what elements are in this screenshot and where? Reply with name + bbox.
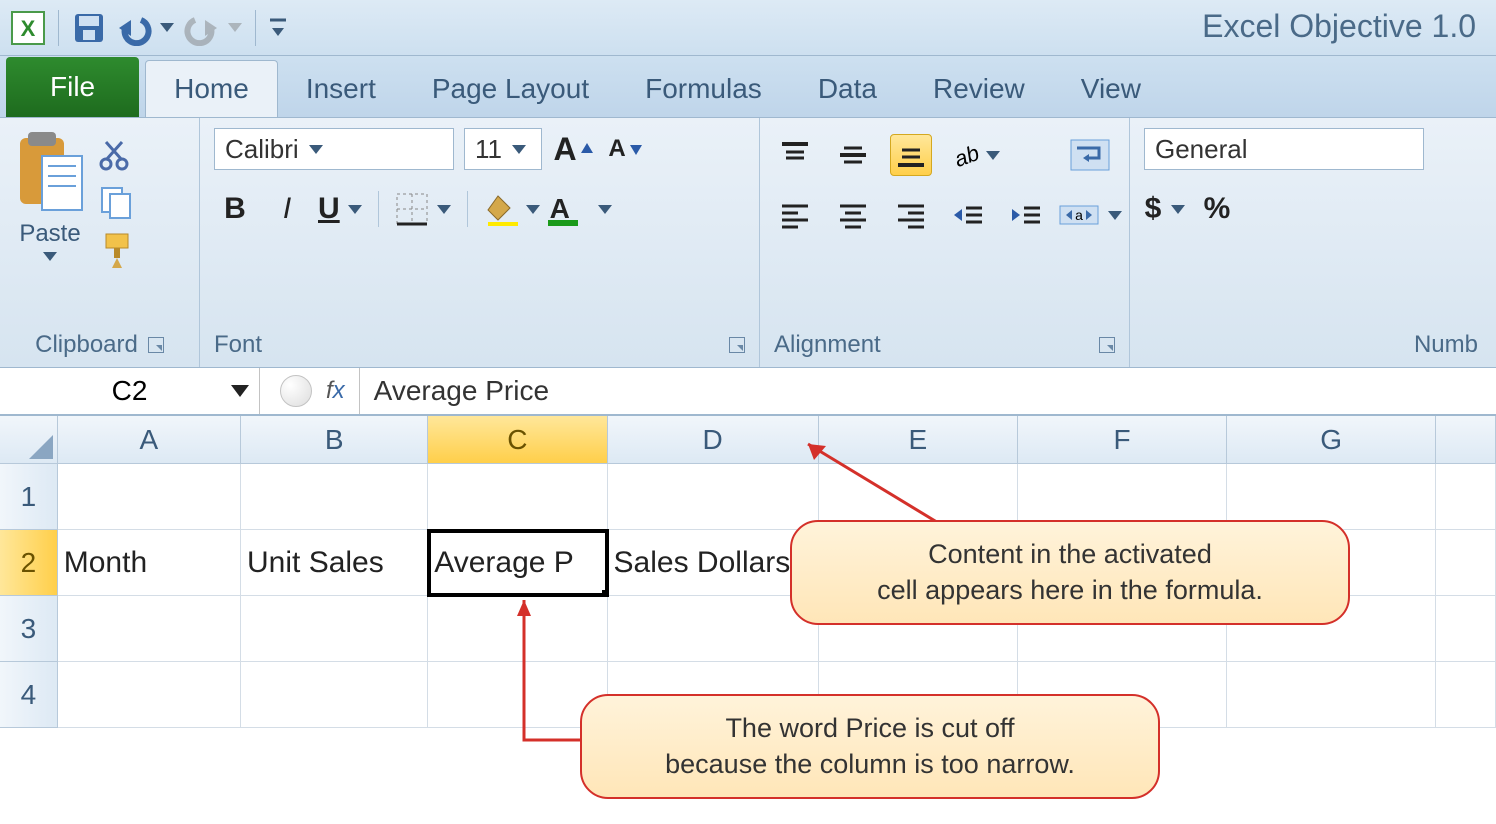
formula-content[interactable]: Average Price <box>360 375 549 407</box>
cell-B2[interactable]: Unit Sales <box>241 530 428 596</box>
fx-icon[interactable]: fx <box>326 368 360 414</box>
align-center-button[interactable] <box>832 194 874 236</box>
decrease-indent-button[interactable] <box>948 194 990 236</box>
format-painter-button[interactable] <box>96 230 136 270</box>
orientation-button[interactable]: ab <box>948 134 1000 176</box>
group-number: General $ % Numb <box>1130 118 1496 367</box>
tab-page-layout[interactable]: Page Layout <box>404 61 617 117</box>
alignment-label: Alignment <box>774 331 881 359</box>
app-title: Excel Objective 1.0 <box>1202 8 1476 45</box>
middle-align-button[interactable] <box>832 134 874 176</box>
align-left-button[interactable] <box>774 194 816 236</box>
increase-indent-button[interactable] <box>1006 194 1048 236</box>
cell-A2[interactable]: Month <box>58 530 241 596</box>
cell-A1[interactable] <box>58 464 241 530</box>
svg-text:ab: ab <box>951 140 982 172</box>
align-right-button[interactable] <box>890 194 932 236</box>
paste-label: Paste <box>19 220 80 248</box>
clipboard-launcher[interactable] <box>148 337 164 353</box>
tab-file[interactable]: File <box>6 57 139 117</box>
cell-D1[interactable] <box>608 464 819 530</box>
cell-H2[interactable] <box>1436 530 1496 596</box>
wrap-text-button[interactable] <box>1058 134 1122 176</box>
col-header-extra[interactable] <box>1436 416 1496 464</box>
number-label: Numb <box>1414 331 1478 359</box>
svg-text:a: a <box>1075 207 1083 223</box>
cell-B3[interactable] <box>241 596 428 662</box>
currency-button[interactable]: $ <box>1144 188 1186 230</box>
ribbon-tabs: File Home Insert Page Layout Formulas Da… <box>0 56 1496 118</box>
copy-button[interactable] <box>96 182 136 222</box>
redo-button[interactable] <box>181 8 221 48</box>
italic-button[interactable]: I <box>266 188 308 230</box>
formula-bar: C2 fx Average Price <box>0 368 1496 416</box>
col-header-D[interactable]: D <box>608 416 819 464</box>
row-header-2[interactable]: 2 <box>0 530 58 596</box>
font-name-combo[interactable]: Calibri <box>214 128 454 170</box>
svg-text:X: X <box>21 16 36 41</box>
paste-dropdown[interactable] <box>43 252 57 261</box>
percent-button[interactable]: % <box>1196 188 1238 230</box>
tab-review[interactable]: Review <box>905 61 1053 117</box>
font-label: Font <box>214 331 262 359</box>
paste-icon[interactable] <box>14 128 86 216</box>
cell-C1[interactable] <box>428 464 607 530</box>
quick-access-toolbar: X Excel Objective 1.0 <box>0 0 1496 56</box>
group-font: Calibri 11 A A B I U A Font <box>200 118 760 367</box>
name-box[interactable]: C2 <box>0 368 260 414</box>
undo-button[interactable] <box>113 8 153 48</box>
top-align-button[interactable] <box>774 134 816 176</box>
fill-color-button[interactable] <box>484 188 540 230</box>
shrink-font-button[interactable]: A <box>604 128 646 170</box>
col-header-F[interactable]: F <box>1018 416 1227 464</box>
font-size-combo[interactable]: 11 <box>464 128 542 170</box>
cell-H1[interactable] <box>1436 464 1496 530</box>
cell-H3[interactable] <box>1436 596 1496 662</box>
underline-button[interactable]: U <box>318 188 362 230</box>
tab-home[interactable]: Home <box>145 60 278 117</box>
col-header-C[interactable]: C <box>428 416 607 464</box>
callout-formula-bar: Content in the activated cell appears he… <box>790 520 1350 625</box>
row-header-1[interactable]: 1 <box>0 464 58 530</box>
save-button[interactable] <box>69 8 109 48</box>
cancel-icon[interactable] <box>280 375 312 407</box>
row-header-3[interactable]: 3 <box>0 596 58 662</box>
redo-dropdown[interactable] <box>225 8 245 48</box>
ribbon: Paste Clipboard Calibri <box>0 118 1496 368</box>
cell-H4[interactable] <box>1436 662 1496 728</box>
number-format-combo[interactable]: General <box>1144 128 1424 170</box>
font-launcher[interactable] <box>729 337 745 353</box>
merge-center-button[interactable]: a <box>1058 194 1122 236</box>
row-header-4[interactable]: 4 <box>0 662 58 728</box>
callout-cutoff: The word Price is cut off because the co… <box>580 694 1160 799</box>
bold-button[interactable]: B <box>214 188 256 230</box>
bottom-align-button[interactable] <box>890 134 932 176</box>
col-header-B[interactable]: B <box>241 416 428 464</box>
excel-icon: X <box>8 8 48 48</box>
group-clipboard: Paste Clipboard <box>0 118 200 367</box>
font-color-button[interactable]: A <box>550 188 612 230</box>
cell-A4[interactable] <box>58 662 241 728</box>
col-header-A[interactable]: A <box>58 416 241 464</box>
alignment-launcher[interactable] <box>1099 337 1115 353</box>
cell-A3[interactable] <box>58 596 241 662</box>
customize-qat[interactable] <box>266 8 290 48</box>
col-header-G[interactable]: G <box>1227 416 1436 464</box>
group-alignment: ab a Alignment <box>760 118 1130 367</box>
clipboard-label: Clipboard <box>35 331 138 359</box>
tab-formulas[interactable]: Formulas <box>617 61 790 117</box>
tab-data[interactable]: Data <box>790 61 905 117</box>
cell-B1[interactable] <box>241 464 428 530</box>
undo-dropdown[interactable] <box>157 8 177 48</box>
cell-G4[interactable] <box>1227 662 1436 728</box>
cell-B4[interactable] <box>241 662 428 728</box>
grow-font-button[interactable]: A <box>552 128 594 170</box>
borders-button[interactable] <box>395 188 451 230</box>
tab-view[interactable]: View <box>1053 61 1169 117</box>
select-all-corner[interactable] <box>0 416 58 464</box>
tab-insert[interactable]: Insert <box>278 61 404 117</box>
cut-button[interactable] <box>96 134 136 174</box>
